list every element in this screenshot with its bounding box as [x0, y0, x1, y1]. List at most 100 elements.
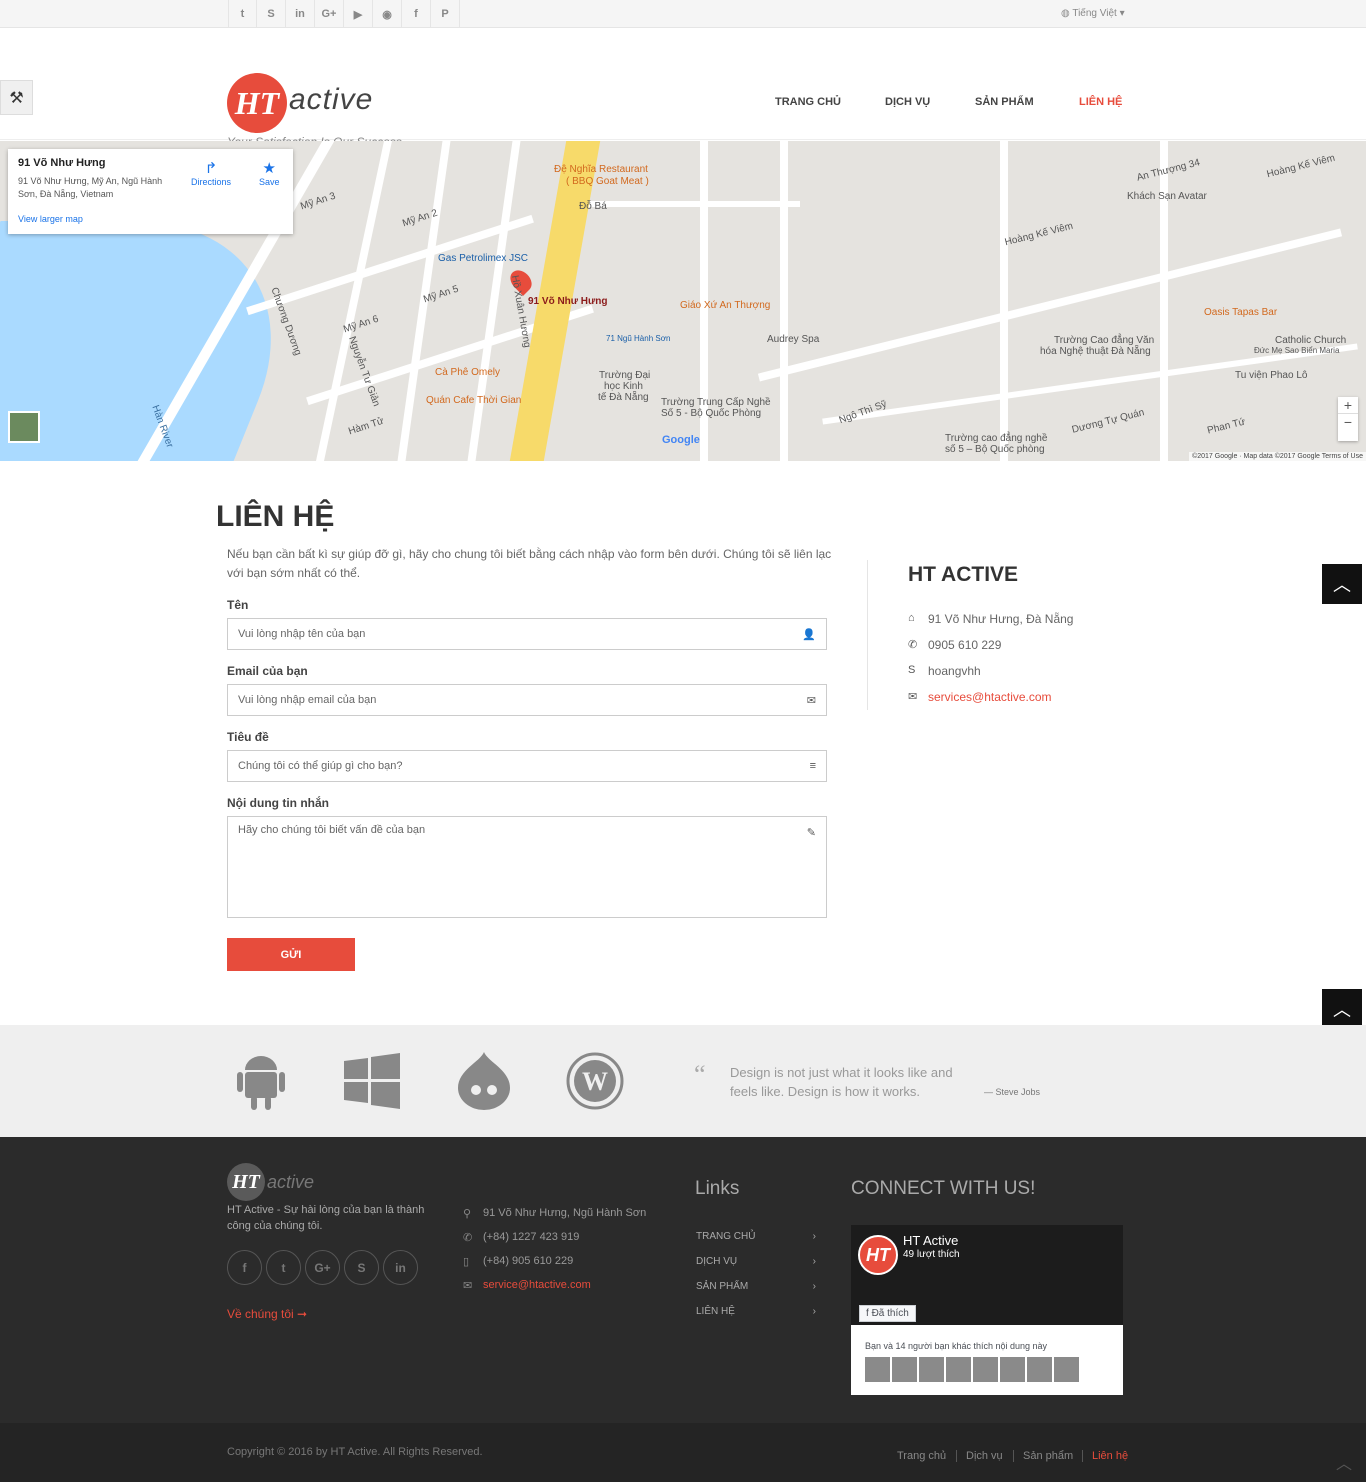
- footer-link-trang-chu[interactable]: TRANG CHỦ ›: [696, 1231, 816, 1242]
- technology-band: [0, 1025, 1366, 1137]
- facebook-icon[interactable]: f: [402, 0, 431, 28]
- footer-link-lien-he[interactable]: LIÊN HỆ ›: [696, 1306, 816, 1317]
- footer-logo-mark: HT: [227, 1163, 265, 1201]
- map-marker-icon: ⚲: [463, 1208, 472, 1220]
- avatar[interactable]: [1000, 1357, 1025, 1382]
- nav-lien-he[interactable]: LIÊN HỆ: [1079, 96, 1122, 108]
- avatar[interactable]: [973, 1357, 998, 1382]
- save-button[interactable]: ★ Save: [259, 159, 280, 187]
- footer-email-link[interactable]: service@htactive.com: [483, 1279, 591, 1292]
- about-us-link[interactable]: Về chúng tôi ➞: [227, 1307, 307, 1321]
- footer-link-label: LIÊN HỆ: [696, 1306, 735, 1317]
- nav-trang-chu[interactable]: TRANG CHỦ: [775, 96, 841, 108]
- divider: [867, 560, 868, 710]
- email-input[interactable]: Vui lòng nhập email của bạn ✉: [227, 684, 827, 716]
- zoom-in-icon[interactable]: +: [1338, 397, 1358, 413]
- map-label: Đệ Nghĩa Restaurant: [554, 164, 648, 175]
- google-plus-icon[interactable]: G+: [315, 0, 344, 28]
- message-label: Nội dung tin nhắn: [227, 796, 329, 810]
- company-skype: Shoangvhh: [908, 664, 981, 678]
- bottom-nav-san-pham[interactable]: Sản phẩm: [1023, 1450, 1073, 1462]
- skype-icon[interactable]: S: [344, 1250, 379, 1285]
- scroll-top-button[interactable]: ︿: [1322, 564, 1362, 604]
- language-label: Tiếng Việt ▾: [1072, 8, 1125, 19]
- envelope-icon: ✉: [463, 1280, 473, 1292]
- name-placeholder: Vui lòng nhập tên của bạn: [238, 628, 366, 640]
- twitter-icon[interactable]: t: [228, 0, 257, 28]
- footer-description: HT Active - Sự hài lòng của bạn là thành…: [227, 1204, 425, 1232]
- nav-dich-vu[interactable]: DỊCH VỤ: [885, 96, 930, 108]
- bottom-nav-trang-chu[interactable]: Trang chủ: [897, 1450, 946, 1462]
- message-textarea[interactable]: Hãy cho chúng tôi biết vấn đề của bạn ✎: [227, 816, 827, 918]
- pinterest-icon[interactable]: P: [431, 0, 460, 28]
- intro-text: Nếu bạn cần bất kì sự giúp đỡ gì, hãy ch…: [227, 547, 832, 580]
- map-info-window: 91 Võ Như Hưng 91 Võ Như Hưng, Mỹ An, Ng…: [8, 149, 293, 234]
- company-email[interactable]: ✉ services@htactive.com: [908, 690, 1052, 704]
- footer: [0, 1137, 1366, 1423]
- user-icon: 👤: [802, 629, 816, 641]
- map-label: Catholic Church: [1275, 335, 1347, 346]
- facebook-liked-label: Đã thích: [871, 1308, 909, 1319]
- linkedin-icon[interactable]: in: [383, 1250, 418, 1285]
- footer-link-san-pham[interactable]: SẢN PHẨM ›: [696, 1281, 816, 1292]
- facebook-like-count: 49 lượt thích: [903, 1249, 960, 1260]
- avatar[interactable]: [1027, 1357, 1052, 1382]
- language-selector[interactable]: ◍ Tiếng Việt ▾: [1061, 8, 1125, 19]
- avatar[interactable]: [892, 1357, 917, 1382]
- footer-link-label: TRANG CHỦ: [696, 1231, 756, 1242]
- top-social-links: t S in G+ ▶ ◉ f P: [228, 0, 460, 28]
- map-label: Audrey Spa: [767, 334, 820, 345]
- youtube-icon[interactable]: ▶: [344, 0, 373, 28]
- chevron-right-icon: ›: [812, 1256, 816, 1267]
- twitter-icon[interactable]: t: [266, 1250, 301, 1285]
- scroll-top-button[interactable]: ︿: [1322, 989, 1362, 1029]
- avatar[interactable]: [919, 1357, 944, 1382]
- avatar[interactable]: [865, 1357, 890, 1382]
- connect-heading: CONNECT WITH US!: [851, 1178, 1036, 1199]
- chevron-right-icon: ›: [812, 1306, 816, 1317]
- tools-icon[interactable]: ⚒: [0, 80, 33, 115]
- directions-button[interactable]: ↱ Directions: [191, 159, 231, 187]
- bottom-nav-lien-he[interactable]: Liên hệ: [1092, 1450, 1128, 1462]
- footer-email[interactable]: ✉ service@htactive.com: [463, 1279, 591, 1292]
- avatar[interactable]: [1054, 1357, 1079, 1382]
- quote-author: — Steve Jobs: [984, 1087, 1041, 1097]
- skype-icon[interactable]: S: [257, 0, 286, 28]
- send-button[interactable]: GỬI: [227, 938, 355, 971]
- header: ⚒ HT active Your Satisfaction Is Our Suc…: [0, 28, 1366, 149]
- footer-logo[interactable]: HT active: [227, 1163, 314, 1201]
- name-input[interactable]: Vui lòng nhập tên của bạn 👤: [227, 618, 827, 650]
- top-bar: t S in G+ ▶ ◉ f P ◍ Tiếng Việt ▾: [0, 0, 1366, 28]
- facebook-icon[interactable]: f: [227, 1250, 262, 1285]
- mobile-icon: ▯: [463, 1256, 470, 1268]
- nav-san-pham[interactable]: SẢN PHẨM: [975, 96, 1034, 108]
- map-label: Trường Đại: [599, 370, 651, 381]
- facebook-page-name[interactable]: HT Active: [903, 1233, 958, 1248]
- company-phone-text: 0905 610 229: [928, 638, 1002, 652]
- subject-input[interactable]: Chúng tôi có thể giúp gì cho bạn? ≡: [227, 750, 827, 782]
- zoom-out-icon[interactable]: −: [1338, 413, 1358, 430]
- company-email-link[interactable]: services@htactive.com: [928, 690, 1052, 704]
- satellite-toggle[interactable]: [8, 411, 40, 443]
- map-label: Trường Cao đẳng Văn: [1054, 335, 1155, 346]
- facebook-page-widget[interactable]: HT HT Active 49 lượt thích f Đã thích Bạ…: [851, 1225, 1123, 1395]
- message-placeholder: Hãy cho chúng tôi biết vấn đề của bạn: [238, 824, 426, 836]
- map-label: Gas Petrolimex JSC: [438, 253, 529, 264]
- flickr-icon[interactable]: ◉: [373, 0, 402, 28]
- view-larger-map-link[interactable]: View larger map: [18, 214, 83, 224]
- footer-link-dich-vu[interactable]: DỊCH VỤ ›: [696, 1256, 816, 1267]
- avatar[interactable]: [946, 1357, 971, 1382]
- map-label: Trường cao đẳng nghề: [945, 433, 1048, 444]
- linkedin-icon[interactable]: in: [286, 0, 315, 28]
- divider: [1013, 1450, 1014, 1462]
- divider: [956, 1450, 957, 1462]
- chevron-up-icon[interactable]: ︿: [1336, 1450, 1352, 1474]
- bottom-nav-dich-vu[interactable]: Dịch vụ: [966, 1450, 1003, 1462]
- google-plus-icon[interactable]: G+: [305, 1250, 340, 1285]
- footer-address-text: 91 Võ Như Hưng, Ngũ Hành Sơn: [483, 1207, 647, 1219]
- google-map[interactable]: 91 Võ Như Hưng Đệ Nghĩa Restaurant ( BBQ…: [0, 141, 1366, 461]
- footer-address: ⚲ 91 Võ Như Hưng, Ngũ Hành Sơn: [463, 1207, 646, 1220]
- skype-icon: S: [908, 664, 916, 676]
- facebook-liked-button[interactable]: f Đã thích: [859, 1305, 916, 1322]
- directions-label: Directions: [191, 177, 232, 187]
